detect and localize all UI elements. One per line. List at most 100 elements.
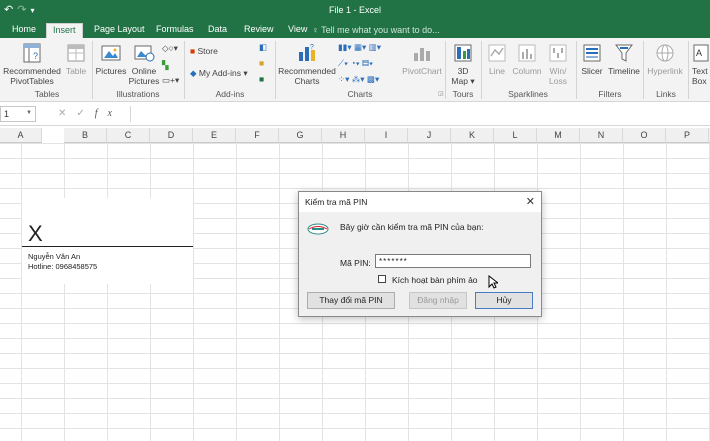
pictures-button[interactable]: Pictures [95,42,127,76]
screenshot-button[interactable]: ▭+▾ [162,75,179,86]
pivotchart-button[interactable]: PivotChart [402,42,442,76]
tell-me-text: Tell me what you want to do... [321,25,440,35]
column-header-e[interactable]: E [193,128,236,143]
column-header-a[interactable]: A [0,128,42,143]
people-graph-button[interactable]: ■ [259,58,264,68]
tab-page-layout[interactable]: Page Layout [88,23,151,38]
combo-chart-icon[interactable]: ▤▾ [362,58,373,68]
excel-window: ↶↷▾ File 1 - Excel Home Insert Page Layo… [0,0,710,441]
column-header-p[interactable]: P [666,128,709,143]
name-card-image: X Nguyễn Văn An Hotline: 0968458575 [22,198,193,284]
timeline-label: Timeline [608,66,640,76]
tab-formulas[interactable]: Formulas [150,23,200,38]
column-header-n[interactable]: N [580,128,623,143]
chart-type-buttons[interactable]: ▮▮▾ ▦▾ ▥▾ [338,42,381,53]
viettel-logo-icon [307,223,329,235]
bing-maps-button[interactable]: ◧ [259,42,267,53]
online-pictures-button[interactable]: Online Pictures [128,42,160,86]
column-header-j[interactable]: J [408,128,451,143]
tab-review[interactable]: Review [238,23,280,38]
pin-dialog: Kiểm tra mã PIN ✕ Bây giờ cần kiểm tra m… [298,191,542,317]
column-header-l[interactable]: L [494,128,537,143]
hierarchy-chart-icon[interactable]: ▦▾ [354,42,366,52]
tell-me-box[interactable]: ♀ Tell me what you want to do... [312,25,440,35]
column-header-m[interactable]: M [537,128,580,143]
svg-text:?: ? [310,44,314,51]
pie-chart-icon[interactable]: ◔▾ [350,58,359,68]
window-title: File 1 - Excel [328,5,381,15]
3d-map-label-2: Map [451,76,468,86]
login-button[interactable]: Đăng nhập [409,292,467,309]
column-header-g[interactable]: G [279,128,322,143]
virtual-keyboard-label: Kích hoạt bàn phím ảo [392,275,478,285]
ribbon-tabs: Home Insert Page Layout Formulas Data Re… [0,21,710,38]
pin-input[interactable]: ******* [375,254,531,268]
hyperlink-icon [656,44,674,62]
recommended-pivottables-button[interactable]: ? Recommended PivotTables [2,42,62,86]
store-button[interactable]: ■ Store [190,46,218,56]
rec-pivot-label-1: Recommended [3,66,61,76]
close-icon[interactable]: ✕ [526,195,535,208]
my-addins-button[interactable]: ◆ My Add-ins ▾ [190,68,248,79]
tab-home[interactable]: Home [6,23,42,38]
charts-dialog-launcher-icon[interactable]: ◲ [438,90,444,97]
3d-map-button[interactable]: 3D Map ▾ [448,42,478,86]
formula-bar: 1 ▼ ✕✓fx [0,102,710,126]
chart-type-buttons-2[interactable]: ⟋▾ ◔▾ ▤▾ [338,58,373,69]
shapes-icon: ◇○▾ [162,43,178,53]
line-chart-icon[interactable]: ⟋▾ [338,58,348,68]
virtual-keyboard-checkbox[interactable] [378,275,386,283]
cancel-button[interactable]: Hủy [475,292,533,309]
slicer-button[interactable]: Slicer [579,42,605,76]
insert-function-icon[interactable]: fx [95,108,122,119]
column-header-f[interactable]: F [236,128,279,143]
column-header-b[interactable]: B [64,128,107,143]
enter-icon[interactable]: ✓ [76,108,94,119]
sparkline-column-button[interactable]: Column [511,42,543,76]
smartart-button[interactable]: ▚ [162,60,169,71]
group-tours-label: Tours [452,89,474,99]
separator [481,41,482,99]
column-header-h[interactable]: H [322,128,365,143]
dialog-title: Kiểm tra mã PIN [305,197,368,207]
recommended-charts-button[interactable]: ? Recommended Charts [278,42,336,86]
text-box-button[interactable]: A Text Box [692,42,710,86]
column-header-i[interactable]: I [365,128,408,143]
store-icon: ■ [190,46,196,56]
table-label: Table [65,66,87,76]
sparkline-line-icon [488,44,506,62]
slicer-icon [583,44,601,62]
stock-chart-icon[interactable]: ⁂▾ [352,74,365,84]
tab-insert[interactable]: Insert [46,23,83,38]
column-chart-icon[interactable]: ▮▮▾ [338,42,352,52]
online-pictures-label-2: Pictures [128,76,160,86]
column-header-o[interactable]: O [623,128,666,143]
tab-data[interactable]: Data [202,23,233,38]
pivotchart-icon [414,48,430,61]
screenshot-icon: ▭+▾ [162,75,180,85]
change-pin-button[interactable]: Thay đổi mã PIN [307,292,395,309]
online-pictures-label-1: Online [131,66,157,76]
svg-text:A: A [696,48,702,58]
column-header-d[interactable]: D [150,128,193,143]
waterfall-chart-icon[interactable]: ▥▾ [369,42,381,52]
table-button[interactable]: Table [64,42,88,76]
cancel-icon[interactable]: ✕ [58,108,76,119]
formula-input[interactable] [130,106,710,122]
winloss-label-1: Win/ [549,66,567,76]
surface-chart-icon[interactable]: ▩▾ [367,74,379,84]
hyperlink-button[interactable]: Hyperlink [645,42,685,76]
scatter-chart-icon[interactable]: ⁘▾ [338,74,349,84]
tab-view[interactable]: View [282,23,313,38]
sparkline-line-button[interactable]: Line [485,42,509,76]
text-label-1: Text [692,66,708,76]
column-header-c[interactable]: C [107,128,150,143]
slicer-label: Slicer [581,66,603,76]
sparkline-winloss-button[interactable]: Win/ Loss [545,42,571,86]
visio-button[interactable]: ■ [259,74,264,84]
shapes-button[interactable]: ◇○▾ [162,43,178,54]
timeline-button[interactable]: Timeline [607,42,641,76]
chart-type-buttons-3[interactable]: ⁘▾ ⁂▾ ▩▾ [338,74,379,85]
name-box-dropdown-icon[interactable]: ▼ [26,110,32,116]
column-header-k[interactable]: K [451,128,494,143]
